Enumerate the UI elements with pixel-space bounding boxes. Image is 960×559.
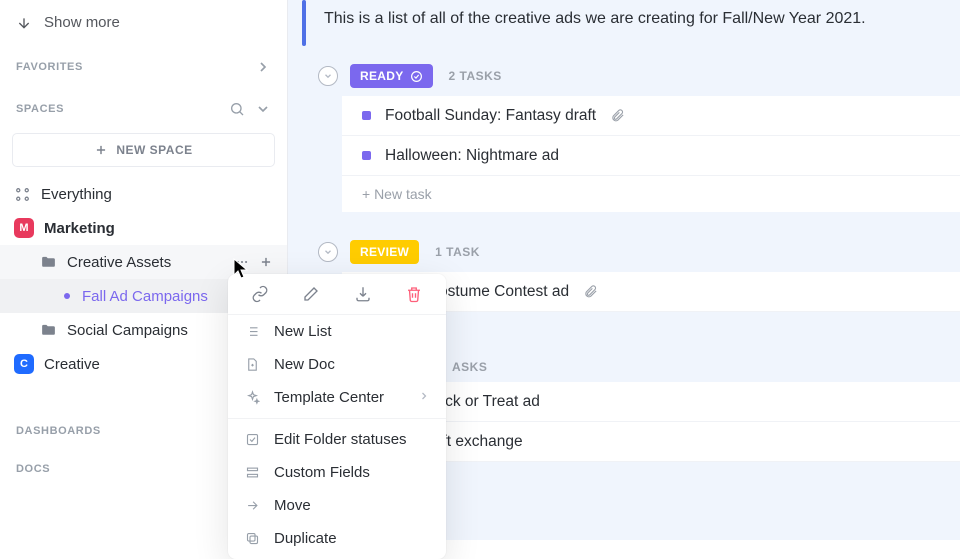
dashboards-label: DASHBOARDS: [16, 425, 101, 437]
move-icon: [245, 498, 260, 513]
task-row[interactable]: Football Sunday: Fantasy draft: [342, 96, 960, 136]
sidebar-item-everything[interactable]: Everything: [0, 177, 287, 211]
attachment-icon: [610, 108, 625, 123]
chevron-right-icon: [255, 59, 271, 75]
delete-button[interactable]: [404, 284, 424, 304]
menu-custom-fields[interactable]: Custom Fields: [228, 456, 446, 489]
chevron-right-icon: [418, 390, 430, 402]
plus-icon[interactable]: [259, 255, 273, 269]
chevron-down-icon: [16, 15, 32, 31]
collapse-toggle[interactable]: [318, 66, 338, 86]
everything-label: Everything: [41, 186, 273, 203]
menu-edit-statuses[interactable]: Edit Folder statuses: [228, 423, 446, 456]
menu-label: Custom Fields: [274, 464, 370, 481]
status-icon: [245, 432, 260, 447]
doc-icon: [245, 357, 260, 372]
menu-move[interactable]: Move: [228, 489, 446, 522]
sidebar-item-marketing[interactable]: M Marketing: [0, 211, 287, 245]
status-square-icon: [362, 111, 371, 120]
chevron-down-icon: [323, 71, 333, 81]
sparkle-icon: [245, 390, 260, 405]
rename-button[interactable]: [301, 284, 321, 304]
new-space-label: NEW SPACE: [116, 143, 192, 157]
favorites-label: FAVORITES: [16, 61, 83, 73]
download-button[interactable]: [353, 284, 373, 304]
list-description: This is a list of all of the creative ad…: [288, 0, 960, 52]
menu-new-list[interactable]: New List: [228, 315, 446, 348]
menu-label: Edit Folder statuses: [274, 431, 407, 448]
status-group-ready: READY 2 TASKS Football Sunday: Fantasy d…: [288, 64, 960, 212]
task-row[interactable]: Halloween: Nightmare ad: [342, 136, 960, 176]
menu-label: New List: [274, 323, 332, 340]
favorites-header[interactable]: FAVORITES: [0, 41, 287, 83]
marketing-badge: M: [14, 218, 34, 238]
check-circle-icon: [410, 70, 423, 83]
download-icon: [354, 285, 372, 303]
task-count: 2 TASKS: [449, 69, 502, 83]
new-space-button[interactable]: NEW SPACE: [12, 133, 275, 167]
link-button[interactable]: [250, 284, 270, 304]
search-icon[interactable]: [229, 101, 245, 117]
folder-icon: [40, 254, 57, 271]
show-more-button[interactable]: Show more: [0, 4, 287, 41]
link-icon: [251, 285, 269, 303]
task-title: Halloween: Nightmare ad: [385, 147, 559, 165]
menu-label: Duplicate: [274, 530, 337, 547]
status-pill-review[interactable]: REVIEW: [350, 240, 419, 264]
status-pill-ready[interactable]: READY: [350, 64, 433, 88]
menu-template-center[interactable]: Template Center: [228, 381, 446, 414]
folder-icon: [40, 322, 57, 339]
spaces-header[interactable]: SPACES: [0, 83, 287, 125]
menu-label: Template Center: [274, 389, 384, 406]
fields-icon: [245, 465, 260, 480]
trash-icon: [405, 285, 423, 303]
grid-icon: [14, 186, 31, 203]
attachment-icon: [583, 284, 598, 299]
task-count-partial: ASKS: [452, 360, 487, 374]
task-count: 1 TASK: [435, 245, 480, 259]
marketing-label: Marketing: [44, 220, 273, 237]
creative-badge: C: [14, 354, 34, 374]
plus-icon: [94, 143, 108, 157]
status-label: READY: [360, 69, 404, 83]
duplicate-icon: [245, 531, 260, 546]
task-title: Football Sunday: Fantasy draft: [385, 107, 596, 125]
creative-assets-label: Creative Assets: [67, 254, 225, 271]
accent-bar: [302, 0, 306, 46]
show-more-label: Show more: [44, 14, 120, 31]
divider: [228, 418, 446, 419]
menu-label: New Doc: [274, 356, 335, 373]
menu-duplicate[interactable]: Duplicate: [228, 522, 446, 555]
pencil-icon: [302, 285, 320, 303]
context-menu-toolbar: [228, 274, 446, 315]
status-label: REVIEW: [360, 245, 409, 259]
menu-new-doc[interactable]: New Doc: [228, 348, 446, 381]
spaces-label: SPACES: [16, 103, 64, 115]
more-icon[interactable]: [235, 255, 249, 269]
chevron-down-icon[interactable]: [255, 101, 271, 117]
bullet-icon: [64, 293, 70, 299]
status-square-icon: [362, 151, 371, 160]
context-menu: New List New Doc Template Center Edit Fo…: [228, 274, 446, 559]
collapse-toggle[interactable]: [318, 242, 338, 262]
chevron-down-icon: [323, 247, 333, 257]
add-task-button[interactable]: + New task: [342, 176, 960, 212]
menu-label: Move: [274, 497, 311, 514]
list-icon: [245, 324, 260, 339]
docs-label: DOCS: [16, 463, 50, 475]
